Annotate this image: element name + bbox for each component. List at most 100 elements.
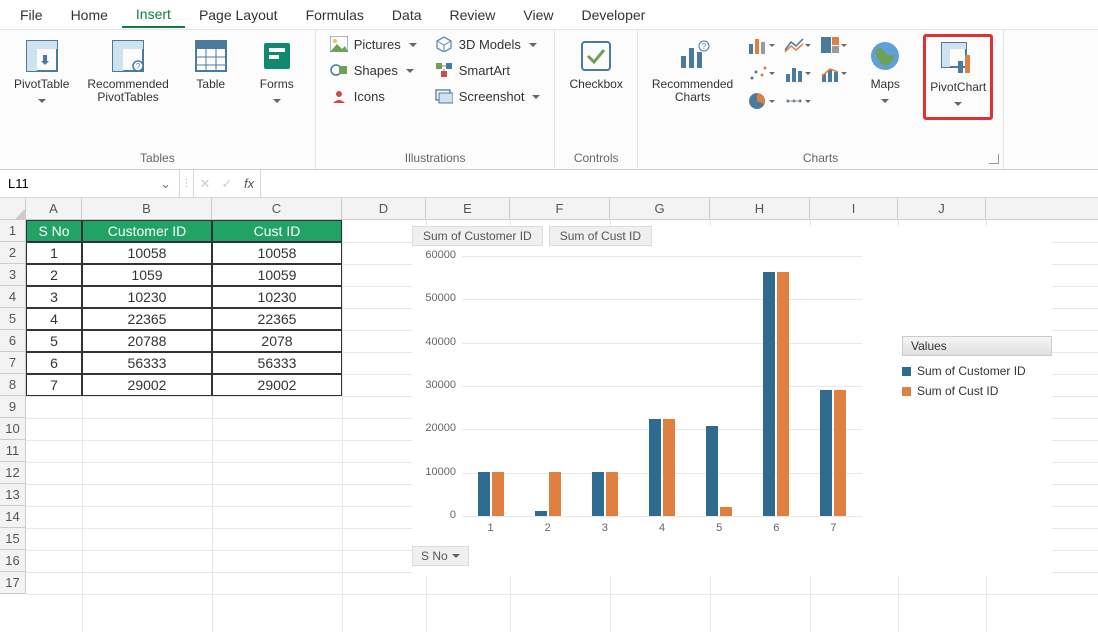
row-header-8[interactable]: 8 [0, 374, 25, 396]
chart-bar[interactable] [820, 390, 832, 516]
table-cell[interactable]: 29002 [82, 374, 212, 396]
table-cell[interactable]: 1 [26, 242, 82, 264]
pivot-chart[interactable]: Sum of Customer IDSum of Cust IDValuesSu… [412, 226, 1052, 576]
tab-formulas[interactable]: Formulas [292, 3, 378, 27]
fx-label[interactable]: fx [238, 170, 261, 197]
row-header-4[interactable]: 4 [0, 286, 25, 308]
table-cell[interactable]: 10059 [212, 264, 342, 286]
table-cell[interactable]: 10230 [82, 286, 212, 308]
chart-bar[interactable] [706, 426, 718, 516]
table-cell[interactable]: 22365 [212, 308, 342, 330]
row-header-1[interactable]: 1 [0, 220, 25, 242]
chart-bar[interactable] [492, 472, 504, 516]
treemap-chart-button[interactable] [819, 34, 847, 56]
chart-bar[interactable] [720, 507, 732, 516]
shapes-button[interactable]: Shapes [326, 60, 421, 80]
row-header-2[interactable]: 2 [0, 242, 25, 264]
col-header-H[interactable]: H [710, 198, 810, 219]
chart-bar[interactable] [549, 472, 561, 516]
table-cell[interactable]: 3 [26, 286, 82, 308]
forms-button[interactable]: Forms [249, 34, 305, 110]
tab-file[interactable]: File [6, 3, 57, 27]
chart-field-button[interactable]: Sum of Customer ID [412, 226, 543, 246]
tab-insert[interactable]: Insert [122, 2, 185, 28]
chart-bar[interactable] [606, 472, 618, 516]
col-header-F[interactable]: F [510, 198, 610, 219]
chart-bar[interactable] [663, 419, 675, 516]
col-header-C[interactable]: C [212, 198, 342, 219]
charts-dialog-launcher[interactable] [989, 154, 999, 164]
col-header-I[interactable]: I [810, 198, 898, 219]
table-cell[interactable]: 10058 [82, 242, 212, 264]
row-header-3[interactable]: 3 [0, 264, 25, 286]
col-header-A[interactable]: A [26, 198, 82, 219]
col-header-J[interactable]: J [898, 198, 986, 219]
name-box-input[interactable] [8, 176, 160, 191]
row-header-11[interactable]: 11 [0, 440, 25, 462]
pivotchart-button[interactable]: PivotChart [923, 34, 993, 120]
table-cell[interactable]: 56333 [82, 352, 212, 374]
row-header-9[interactable]: 9 [0, 396, 25, 418]
legend-item[interactable]: Sum of Customer ID [902, 364, 1052, 378]
3d-models-button[interactable]: 3D Models [431, 34, 545, 54]
chart-bar[interactable] [763, 272, 775, 516]
table-cell[interactable]: 7 [26, 374, 82, 396]
row-header-10[interactable]: 10 [0, 418, 25, 440]
surface-chart-button[interactable] [783, 90, 811, 112]
row-header-5[interactable]: 5 [0, 308, 25, 330]
table-cell[interactable]: 10058 [212, 242, 342, 264]
line-chart-button[interactable] [783, 34, 811, 56]
table-header[interactable]: Cust ID [212, 220, 342, 242]
pie-chart-button[interactable] [747, 90, 775, 112]
table-header[interactable]: Customer ID [82, 220, 212, 242]
table-cell[interactable]: 22365 [82, 308, 212, 330]
col-header-G[interactable]: G [610, 198, 710, 219]
pictures-button[interactable]: Pictures [326, 34, 421, 54]
cancel-formula-button[interactable]: ✕ [194, 170, 216, 197]
tab-view[interactable]: View [509, 3, 567, 27]
name-box-dropdown[interactable]: ⌄ [160, 176, 171, 192]
chart-bar[interactable] [777, 272, 789, 516]
row-header-15[interactable]: 15 [0, 528, 25, 550]
table-button[interactable]: Table [183, 34, 239, 91]
chart-filter-button[interactable]: S No [412, 546, 469, 566]
table-cell[interactable]: 56333 [212, 352, 342, 374]
col-header-B[interactable]: B [82, 198, 212, 219]
name-box[interactable]: ⌄ [0, 170, 180, 197]
maps-button[interactable]: Maps [857, 34, 913, 110]
recommended-charts-button[interactable]: ? Recommended Charts [648, 34, 737, 104]
legend-item[interactable]: Sum of Cust ID [902, 384, 1052, 398]
select-all-corner[interactable] [0, 198, 26, 220]
table-cell[interactable]: 6 [26, 352, 82, 374]
chart-bar[interactable] [478, 472, 490, 516]
col-header-E[interactable]: E [426, 198, 510, 219]
chart-bar[interactable] [834, 390, 846, 516]
checkbox-button[interactable]: Checkbox [565, 34, 626, 91]
chart-field-button[interactable]: Sum of Cust ID [549, 226, 652, 246]
tab-review[interactable]: Review [436, 3, 510, 27]
chart-bar[interactable] [535, 511, 547, 516]
table-cell[interactable]: 2 [26, 264, 82, 286]
recommended-pivottables-button[interactable]: ? Recommended PivotTables [83, 34, 172, 104]
table-cell[interactable]: 1059 [82, 264, 212, 286]
col-header-D[interactable]: D [342, 198, 426, 219]
table-cell[interactable]: 4 [26, 308, 82, 330]
stat-chart-button[interactable] [783, 62, 811, 84]
table-cell[interactable]: 10230 [212, 286, 342, 308]
table-cell[interactable]: 20788 [82, 330, 212, 352]
tab-page-layout[interactable]: Page Layout [185, 3, 292, 27]
table-cell[interactable]: 2078 [212, 330, 342, 352]
row-header-12[interactable]: 12 [0, 462, 25, 484]
table-cell[interactable]: 29002 [212, 374, 342, 396]
cell-grid[interactable]: S NoCustomer IDCust ID110058100582105910… [26, 220, 1098, 632]
scatter-chart-button[interactable] [747, 62, 775, 84]
combo-chart-button[interactable] [819, 62, 847, 84]
row-header-14[interactable]: 14 [0, 506, 25, 528]
chart-bar[interactable] [649, 419, 661, 516]
row-header-17[interactable]: 17 [0, 572, 25, 594]
row-header-7[interactable]: 7 [0, 352, 25, 374]
chart-bar[interactable] [592, 472, 604, 516]
table-header[interactable]: S No [26, 220, 82, 242]
column-chart-button[interactable] [747, 34, 775, 56]
table-cell[interactable]: 5 [26, 330, 82, 352]
